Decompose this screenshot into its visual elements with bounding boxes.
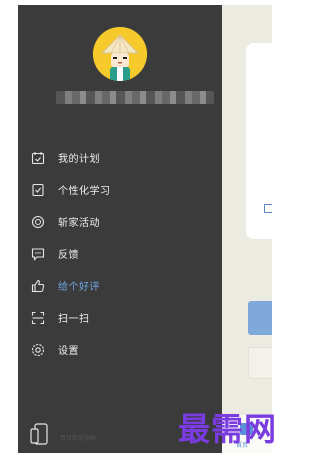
avatar[interactable]: [93, 27, 147, 81]
menu-item-scan[interactable]: 扫一扫: [18, 302, 222, 332]
app-screen: 首页 我的计划 个性化学习 斩家活动 反馈 给个好评 扫一扫 设置 百日斩家族群…: [0, 0, 297, 457]
menu-item-label: 反馈: [58, 250, 79, 261]
watermark: 最需网: [178, 410, 278, 448]
menu-item-feedback[interactable]: 反馈: [18, 238, 222, 268]
menu-item-label: 我的计划: [58, 154, 100, 165]
blurred-username: [56, 91, 214, 104]
badge-icon: [31, 214, 45, 229]
menu-item-label: 给个好评: [58, 282, 100, 293]
chat-bubble-icon: [31, 246, 45, 261]
menu-item-label: 设置: [58, 346, 79, 357]
menu-item-rate-us[interactable]: 给个好评: [18, 270, 222, 300]
checkbox[interactable]: [264, 204, 272, 213]
phone-icon[interactable]: [30, 423, 50, 447]
thumbs-up-icon: [31, 278, 45, 293]
side-drawer: 我的计划 个性化学习 斩家活动 反馈 给个好评 扫一扫 设置 百日斩家族群: [18, 5, 222, 453]
menu-item-my-plan[interactable]: 我的计划: [18, 142, 222, 172]
menu-item-label: 个性化学习: [58, 186, 111, 197]
menu-item-events[interactable]: 斩家活动: [18, 206, 222, 236]
secondary-button[interactable]: [248, 347, 272, 379]
menu-item-label: 扫一扫: [58, 314, 90, 325]
menu-item-settings[interactable]: 设置: [18, 334, 222, 364]
avatar-character-icon: [93, 27, 147, 81]
calendar-check-icon: [31, 150, 45, 165]
family-group-link[interactable]: 百日斩家族群: [60, 433, 96, 442]
primary-button[interactable]: [248, 301, 272, 335]
gear-icon: [31, 342, 45, 357]
menu-item-personalized-learning[interactable]: 个性化学习: [18, 174, 222, 204]
scan-icon: [31, 310, 45, 325]
note-check-icon: [31, 182, 45, 197]
menu-item-label: 斩家活动: [58, 218, 100, 229]
main-content-peek: 首页: [222, 5, 272, 453]
